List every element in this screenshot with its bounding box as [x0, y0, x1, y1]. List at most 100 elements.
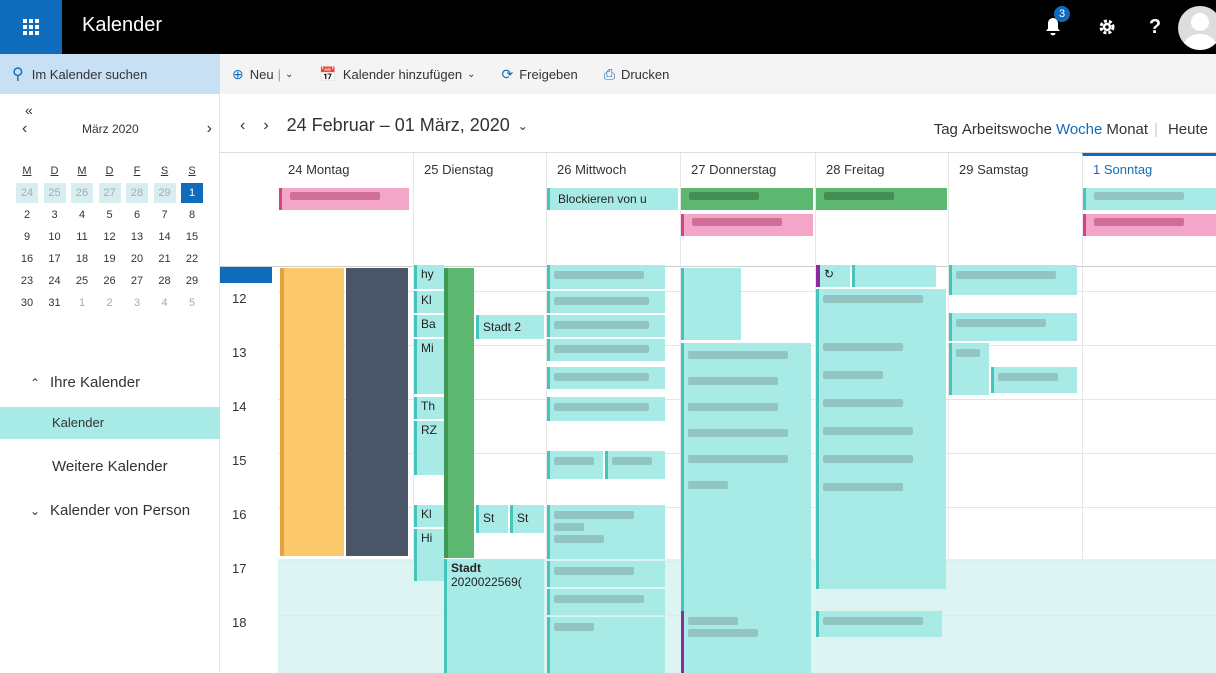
calendar-search[interactable]: ⚲ Im Kalender suchen: [0, 54, 220, 94]
mini-calendar-day[interactable]: 1: [71, 293, 93, 313]
calendar-event[interactable]: St: [476, 505, 508, 533]
chevron-down-icon[interactable]: ⌄: [285, 69, 293, 80]
help-button[interactable]: ?: [1132, 0, 1178, 54]
avatar[interactable]: [1178, 6, 1216, 50]
day-header-sun[interactable]: 1 Sonntag: [1082, 153, 1216, 185]
calendar-event[interactable]: [346, 268, 408, 556]
mini-calendar-day[interactable]: 5: [99, 205, 121, 225]
calendar-event[interactable]: [547, 291, 665, 313]
calendar-event[interactable]: [949, 265, 1077, 295]
mini-calendar-day[interactable]: 3: [126, 293, 148, 313]
collapse-sidebar-button[interactable]: «: [25, 102, 33, 118]
date-range-label[interactable]: 24 Februar – 01 März, 2020: [287, 115, 510, 136]
mini-calendar-day[interactable]: 27: [126, 271, 148, 291]
next-week-button[interactable]: ›: [263, 117, 268, 135]
day-header-wed[interactable]: 26 Mittwoch: [546, 153, 680, 185]
all-day-event[interactable]: [279, 188, 409, 210]
mini-calendar-day[interactable]: 31: [44, 293, 66, 313]
mini-calendar-day[interactable]: 15: [181, 227, 203, 247]
calendar-event[interactable]: Mi: [414, 339, 444, 394]
mini-calendar-day[interactable]: 30: [16, 293, 38, 313]
calendar-event[interactable]: [547, 505, 665, 559]
calendar-event[interactable]: Hi: [414, 529, 444, 581]
mini-calendar-day[interactable]: 13: [126, 227, 148, 247]
people-calendars-section[interactable]: ⌄ Kalender von Person: [0, 502, 220, 519]
mini-calendar-day[interactable]: 11: [71, 227, 93, 247]
calendar-event[interactable]: [547, 617, 665, 673]
calendar-event[interactable]: [547, 589, 665, 615]
next-month-button[interactable]: ›: [207, 120, 212, 138]
day-header-fri[interactable]: 28 Freitag: [815, 153, 948, 185]
view-tag[interactable]: Tag: [934, 121, 958, 138]
mini-calendar-day[interactable]: 26: [99, 271, 121, 291]
calendar-event[interactable]: RZ: [414, 421, 444, 475]
mini-calendar-day[interactable]: 27: [98, 183, 121, 203]
mini-calendar-day[interactable]: 20: [126, 249, 148, 269]
notifications-button[interactable]: 3: [1030, 0, 1076, 54]
mini-calendar-day[interactable]: 12: [99, 227, 121, 247]
calendar-event[interactable]: [547, 265, 665, 289]
chevron-down-icon[interactable]: ⌄: [518, 119, 528, 133]
calendar-event[interactable]: Stadt 2: [476, 315, 544, 339]
print-button[interactable]: ⎙ Drucken: [604, 66, 670, 83]
calendar-event[interactable]: [949, 313, 1077, 341]
calendar-event[interactable]: Ba: [414, 315, 444, 337]
calendar-event[interactable]: St: [510, 505, 544, 533]
mini-calendar-day[interactable]: 6: [126, 205, 148, 225]
calendar-event[interactable]: [547, 561, 665, 587]
all-day-event[interactable]: [681, 214, 813, 236]
mini-calendar-day[interactable]: 25: [71, 271, 93, 291]
mini-calendar-day[interactable]: 4: [154, 293, 176, 313]
calendar-event[interactable]: ↻: [816, 265, 850, 287]
calendar-event[interactable]: Kl: [414, 291, 444, 313]
calendar-event[interactable]: [991, 367, 1077, 393]
calendar-event[interactable]: [852, 265, 936, 287]
calendar-event[interactable]: [547, 397, 665, 421]
prev-month-button[interactable]: ‹: [22, 120, 27, 138]
day-header-thu[interactable]: 27 Donnerstag: [680, 153, 815, 185]
more-calendars-link[interactable]: Weitere Kalender: [0, 458, 220, 475]
day-header-sat[interactable]: 29 Samstag: [948, 153, 1082, 185]
calendar-event[interactable]: Stadt 2020022569(: [444, 559, 544, 673]
calendar-event[interactable]: [547, 367, 665, 389]
all-day-event-blocking[interactable]: Blockieren von u: [547, 188, 678, 210]
calendar-event[interactable]: [280, 268, 344, 556]
mini-calendar-day[interactable]: 2: [16, 205, 38, 225]
mini-calendar-day[interactable]: 9: [16, 227, 38, 247]
calendar-event[interactable]: [681, 611, 811, 673]
mini-calendar-day[interactable]: 28: [154, 271, 176, 291]
mini-calendar-day[interactable]: 21: [154, 249, 176, 269]
calendar-event[interactable]: [949, 343, 989, 395]
calendar-event[interactable]: [547, 315, 665, 337]
mini-calendar-day[interactable]: 2: [99, 293, 121, 313]
calendar-event[interactable]: [444, 268, 474, 558]
calendar-event[interactable]: Kl: [414, 505, 444, 527]
today-button[interactable]: Heute: [1168, 121, 1208, 138]
mini-calendar-day[interactable]: 28: [126, 183, 148, 203]
mini-calendar-day[interactable]: 10: [44, 227, 66, 247]
mini-calendar-day[interactable]: 18: [71, 249, 93, 269]
day-header-tue[interactable]: 25 Dienstag: [413, 153, 546, 185]
new-button[interactable]: ⊕ Neu | ⌄: [232, 66, 293, 83]
share-button[interactable]: ⟳ Freigeben: [501, 66, 577, 83]
calendar-event[interactable]: [547, 451, 603, 479]
your-calendars-section[interactable]: ⌃ Ihre Kalender: [0, 374, 220, 391]
calendar-event[interactable]: [547, 339, 665, 361]
calendar-event[interactable]: Th: [414, 397, 444, 419]
mini-calendar-day[interactable]: 5: [181, 293, 203, 313]
mini-calendar-day[interactable]: 16: [16, 249, 38, 269]
calendar-event[interactable]: [681, 268, 741, 340]
mini-calendar-day[interactable]: 4: [71, 205, 93, 225]
view-woche[interactable]: Woche: [1056, 121, 1102, 138]
day-header-mon[interactable]: 24 Montag: [278, 153, 413, 185]
view-arbeitswoche[interactable]: Arbeitswoche: [962, 121, 1052, 138]
all-day-event[interactable]: [816, 188, 947, 210]
settings-button[interactable]: [1084, 0, 1130, 54]
add-calendar-button[interactable]: 📅 Kalender hinzufügen ⌄: [319, 66, 475, 83]
calendar-event[interactable]: [816, 611, 942, 637]
mini-calendar-day[interactable]: 24: [16, 183, 38, 203]
mini-calendar-day[interactable]: 8: [181, 205, 203, 225]
app-launcher-button[interactable]: [0, 0, 62, 54]
mini-calendar-day[interactable]: 17: [44, 249, 66, 269]
all-day-event[interactable]: [1083, 214, 1216, 236]
